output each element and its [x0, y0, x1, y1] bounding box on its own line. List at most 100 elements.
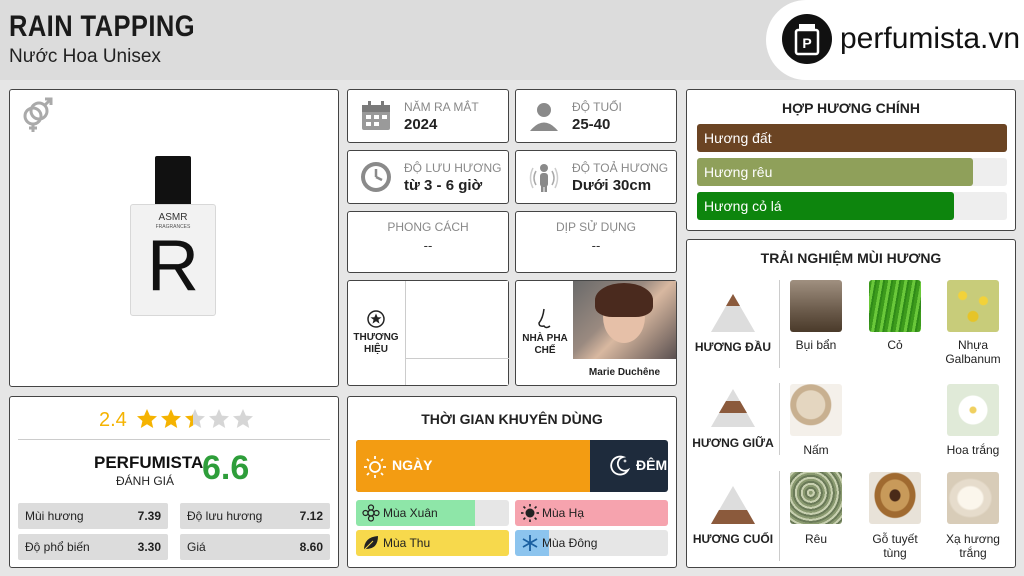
perfume-bottle: ASMR FRAGRANCES R — [130, 156, 216, 318]
note-name: Nhựa Galbanum — [945, 338, 1001, 366]
moon-icon — [608, 455, 631, 482]
rating-value: 3.30 — [137, 540, 161, 554]
fragrance-notes-panel: TRẢI NGHIỆM MÙI HƯƠNG HƯƠNG ĐẦU HƯƠNG GI… — [686, 239, 1016, 568]
season-label: Mùa Đông — [542, 536, 598, 550]
recommended-time-panel: THỜI GIAN KHUYÊN DÙNG NGÀY ĐÊM Mùa Xuân … — [347, 396, 677, 568]
note-name: Bụi bẩn — [795, 338, 837, 352]
star-icon — [161, 409, 181, 428]
rating-label: Độ phổ biến — [25, 540, 90, 554]
note-name: Hoa trắng — [946, 443, 1000, 457]
nose-icon — [536, 308, 554, 335]
accord-bar: Hương đất — [697, 124, 1007, 152]
launch-year-box: NĂM RA MẮT 2024 — [347, 89, 509, 143]
middle-notes-label: HƯƠNG GIỮA — [692, 436, 774, 450]
age-value: 25-40 — [572, 116, 611, 133]
longevity-value: từ 3 - 6 giờ — [404, 177, 483, 194]
divider — [779, 280, 780, 368]
perfumer-label: NHÀ PHA CHẾ — [522, 333, 568, 356]
calendar-icon — [360, 100, 394, 134]
day-label: NGÀY — [392, 457, 433, 473]
user-rating-score: 2.4 — [99, 409, 127, 431]
note-moss-image[interactable] — [790, 472, 842, 524]
rating-label: Giá — [187, 540, 206, 554]
style-box: PHONG CÁCH -- — [347, 211, 509, 273]
page-title: RAIN TAPPING — [9, 10, 195, 43]
night-label: ĐÊM — [636, 457, 668, 473]
accord-label: Hương đất — [704, 130, 772, 146]
accord-label: Hương cỏ lá — [704, 198, 782, 214]
person-icon — [528, 100, 562, 134]
pyramid-top-icon — [709, 292, 757, 339]
season-label: Mùa Hạ — [542, 506, 585, 520]
perfumer-name: Marie Duchêne — [588, 367, 661, 378]
summer-sun-icon — [521, 504, 539, 522]
rating-value: 7.12 — [299, 509, 323, 523]
notes-title: TRẢI NGHIỆM MÙI HƯƠNG — [760, 250, 942, 266]
star-rating — [136, 408, 256, 432]
svg-text:P: P — [802, 35, 811, 51]
season-summer: Mùa Hạ — [515, 500, 668, 526]
divider — [779, 383, 780, 455]
sillage-label: ĐỘ TOẢ HƯƠNG — [572, 161, 669, 175]
note-grass-image[interactable] — [869, 280, 921, 332]
rating-panel: 2.4 PERFUMISTA ĐÁNH GIÁ 6.6 Mùi hương 7.… — [9, 396, 339, 568]
perfumista-sub: ĐÁNH GIÁ — [116, 474, 175, 488]
brand-logo-area — [405, 281, 509, 385]
accord-label: Hương rêu — [704, 164, 773, 180]
rating-row: Mùi hương 7.39 — [18, 503, 168, 529]
logo-bottle-icon: P — [782, 14, 832, 64]
perfumista-brand: PERFUMISTA — [94, 453, 204, 472]
bottle-brand: ASMR — [158, 212, 188, 223]
main-accords-panel: HỢP HƯƠNG CHÍNH Hương đất Hương rêu Hươn… — [686, 89, 1016, 231]
accord-bar: Hương rêu — [697, 158, 1007, 186]
accord-bar: Hương cỏ lá — [697, 192, 1007, 220]
rating-value: 7.39 — [137, 509, 161, 523]
star-badge-icon — [367, 310, 385, 333]
header: RAIN TAPPING Nước Hoa Unisex P perfumist… — [0, 0, 1024, 80]
note-name: Gỗ tuyết tùng — [872, 532, 918, 560]
note-name: Nấm — [803, 443, 829, 457]
day-night-bar: NGÀY ĐÊM — [356, 440, 668, 492]
spring-flower-icon — [362, 504, 380, 522]
season-label: Mùa Thu — [383, 536, 431, 550]
occasion-value: -- — [591, 238, 601, 253]
brand-box[interactable]: THƯƠNG HIỆU — [347, 280, 509, 386]
logo-text: perfumista.vn — [840, 22, 1021, 55]
note-dirt-image[interactable] — [790, 280, 842, 332]
base-notes-label: HƯƠNG CUỐI — [692, 532, 774, 546]
top-notes-label: HƯƠNG ĐẦU — [694, 340, 772, 354]
page-subtitle: Nước Hoa Unisex — [9, 46, 161, 67]
season-winter: Mùa Đông — [515, 530, 668, 556]
rating-label: Độ lưu hương — [187, 509, 263, 523]
pyramid-base-icon — [709, 484, 757, 531]
note-galbanum-image[interactable] — [947, 280, 999, 332]
age-label: ĐỘ TUỔI — [572, 100, 622, 114]
divider — [779, 471, 780, 561]
longevity-box: ĐỘ LƯU HƯƠNG từ 3 - 6 giờ — [347, 150, 509, 204]
star-icon — [233, 409, 253, 428]
sillage-value: Dưới 30cm — [572, 177, 652, 194]
brand-label: THƯƠNG HIỆU — [353, 332, 399, 355]
divider — [18, 439, 330, 440]
star-icon — [209, 409, 229, 428]
style-value: -- — [423, 238, 433, 253]
style-label: PHONG CÁCH — [387, 220, 469, 234]
season-spring: Mùa Xuân — [356, 500, 509, 526]
note-cedar-image[interactable] — [869, 472, 921, 524]
rating-row: Độ phổ biến 3.30 — [18, 534, 168, 560]
winter-snowflake-icon — [521, 534, 539, 552]
note-white-flower-image[interactable] — [947, 384, 999, 436]
note-name: Rêu — [804, 532, 827, 546]
perfumer-box[interactable]: NHÀ PHA CHẾ Marie Duchêne — [515, 280, 677, 386]
perfumista-score: 6.6 — [202, 449, 250, 487]
note-name: Xạ hương trắng — [946, 532, 1000, 560]
rating-label: Mùi hương — [25, 509, 84, 523]
sillage-box: ĐỘ TOẢ HƯƠNG Dưới 30cm — [515, 150, 677, 204]
pyramid-middle-icon — [709, 387, 757, 434]
product-image-panel: ASMR FRAGRANCES R — [9, 89, 339, 387]
site-logo[interactable]: P perfumista.vn — [766, 0, 1024, 80]
clock-icon — [360, 161, 394, 195]
note-mushroom-image[interactable] — [790, 384, 842, 436]
note-white-musk-image[interactable] — [947, 472, 999, 524]
accords-title: HỢP HƯƠNG CHÍNH — [782, 100, 920, 116]
